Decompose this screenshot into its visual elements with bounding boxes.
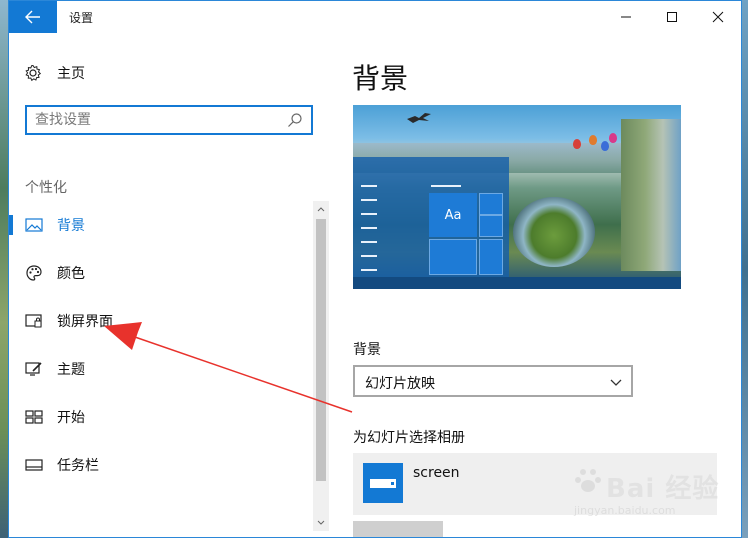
taskbar-icon (25, 456, 43, 474)
close-icon (712, 11, 724, 23)
maximize-icon (667, 12, 677, 22)
balloon-icon (573, 139, 581, 149)
sidebar-item-taskbar[interactable]: 任务栏 (9, 451, 309, 479)
sidebar-item-label: 锁屏界面 (57, 314, 113, 330)
search-input[interactable] (35, 110, 275, 130)
search-box[interactable] (25, 105, 313, 135)
album-folder-item[interactable]: screen (353, 453, 717, 515)
sidebar-item-label: 背景 (57, 218, 85, 234)
gear-icon (23, 63, 43, 83)
preview-start-list (361, 185, 377, 283)
preview-tile-small (479, 239, 503, 275)
back-arrow-icon (25, 10, 40, 24)
balloon-icon (609, 133, 617, 143)
minimize-button[interactable] (603, 1, 649, 33)
album-folder-name: screen (413, 465, 460, 481)
sidebar-item-label: 开始 (57, 410, 85, 426)
preview-taskbar (353, 277, 681, 289)
preview-cliff (621, 119, 681, 271)
dropdown-value: 幻灯片放映 (365, 376, 435, 392)
content-pane: 背景 Aa 背景 幻灯片放映 为幻灯片选择相册 screen (329, 33, 741, 537)
preview-tile-header (431, 185, 461, 187)
page-title: 背景 (352, 62, 409, 95)
background-preview: Aa (353, 105, 681, 289)
window-title: 设置 (69, 11, 94, 25)
preview-tile-small (429, 239, 477, 275)
sidebar-item-color[interactable]: 颜色 (9, 259, 309, 287)
preview-river (513, 197, 595, 267)
scroll-down-button[interactable] (313, 515, 329, 531)
background-label: 背景 (353, 342, 381, 358)
balloon-icon (601, 141, 609, 151)
preview-tile: Aa (429, 193, 477, 237)
section-title: 个性化 (25, 180, 67, 196)
picture-icon (25, 216, 43, 234)
lock-screen-icon (25, 312, 43, 330)
sidebar-item-lock-screen[interactable]: 锁屏界面 (9, 307, 309, 335)
browse-button[interactable] (353, 521, 443, 537)
scroll-up-button[interactable] (313, 201, 329, 217)
sidebar-item-themes[interactable]: 主题 (9, 355, 309, 383)
desktop-wallpaper-left (0, 0, 8, 538)
bird-icon (407, 113, 431, 123)
back-button[interactable] (9, 1, 57, 33)
folder-icon (363, 463, 403, 503)
chevron-down-icon (610, 379, 622, 386)
home-label: 主页 (57, 66, 85, 82)
sidebar-item-label: 主题 (57, 362, 85, 378)
active-indicator (9, 215, 13, 235)
close-button[interactable] (695, 1, 741, 33)
background-dropdown[interactable]: 幻灯片放映 (353, 365, 633, 397)
sidebar-item-start[interactable]: 开始 (9, 403, 309, 431)
palette-icon (25, 264, 43, 282)
balloon-icon (589, 135, 597, 145)
scroll-thumb[interactable] (316, 219, 326, 481)
album-label: 为幻灯片选择相册 (353, 430, 465, 446)
minimize-icon (621, 16, 631, 18)
sidebar-item-label: 颜色 (57, 266, 85, 282)
sidebar-item-label: 任务栏 (57, 458, 99, 474)
title-bar: 设置 (9, 1, 741, 33)
preview-tile-small (479, 193, 503, 215)
chevron-up-icon (317, 207, 325, 212)
sidebar: 主页 个性化 背景 (9, 33, 329, 537)
maximize-button[interactable] (649, 1, 695, 33)
theme-icon (25, 360, 43, 378)
desktop-wallpaper-right (742, 0, 748, 538)
chevron-down-icon (317, 520, 325, 525)
settings-window: 设置 主页 查找设置 个性化 背景 颜色 锁屏界面 主题 开始 任务栏 背景 A… (8, 0, 742, 538)
sidebar-scrollbar[interactable] (313, 201, 329, 531)
start-icon (25, 408, 43, 426)
sidebar-item-background[interactable]: 背景 (9, 211, 309, 239)
preview-tile-small (479, 215, 503, 237)
sidebar-item-home[interactable]: 主页 (23, 61, 85, 85)
search-icon[interactable] (287, 112, 303, 128)
